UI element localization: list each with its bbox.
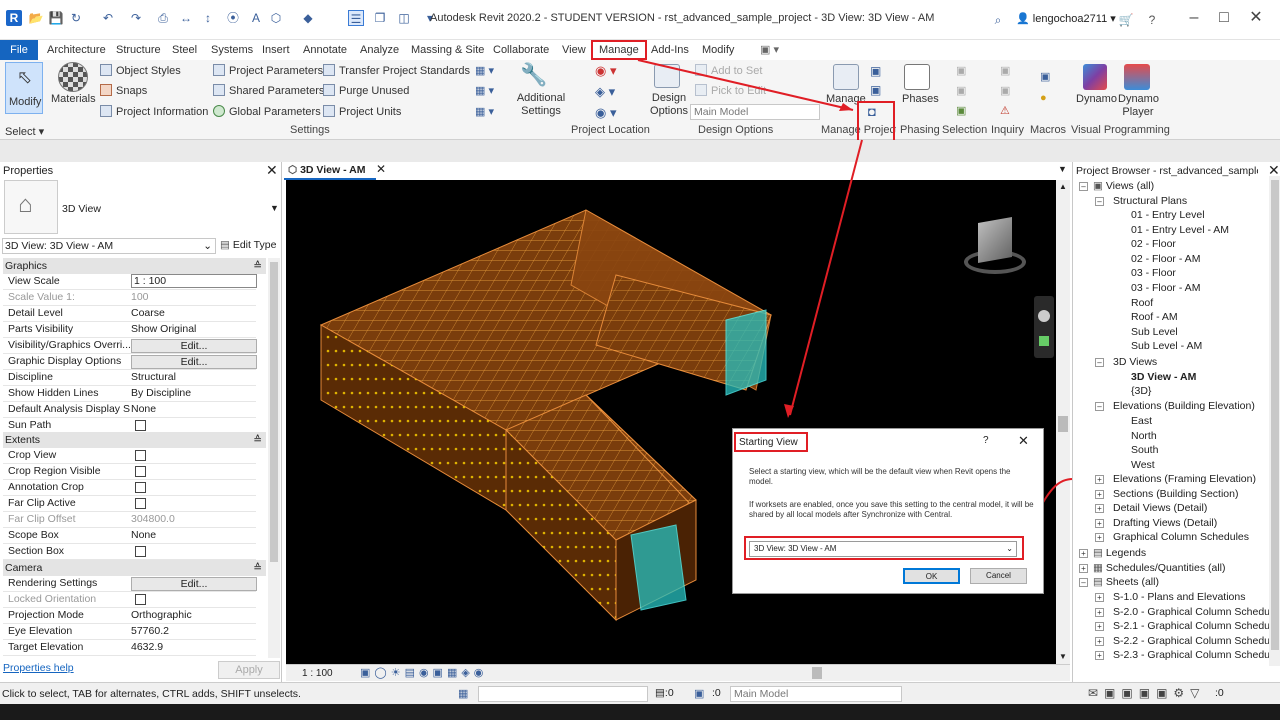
sheet-icon: ▤ xyxy=(1093,576,1103,588)
browser-scrollbar[interactable] xyxy=(1269,176,1280,666)
elevation-node[interactable]: North xyxy=(1131,430,1157,442)
dialog-description: Select a starting view, which will be th… xyxy=(749,467,1011,486)
sheets-node[interactable]: ▤ Sheets (all) xyxy=(1093,576,1159,588)
schedule-icon: ▦ xyxy=(1093,562,1103,574)
status-bar: Click to select, TAB for alternates, CTR… xyxy=(0,682,1280,704)
expand-toggle-icon[interactable]: + xyxy=(1079,549,1088,558)
expand-toggle-icon[interactable]: + xyxy=(1095,636,1104,646)
filter-count: :0 xyxy=(1215,687,1224,699)
structural-plan-node[interactable]: 02 - Floor xyxy=(1131,238,1176,250)
legends-label: Legends xyxy=(1105,547,1147,559)
expand-toggle-icon[interactable]: + xyxy=(1095,622,1104,632)
expand-toggle-icon[interactable]: + xyxy=(1079,564,1088,573)
editable-only-icon: ▤ xyxy=(655,687,665,699)
schedules-label: Schedules/Quantities (all) xyxy=(1105,562,1226,574)
elevations-building-node[interactable]: Elevations (Building Elevation) xyxy=(1113,400,1255,412)
expand-toggle-icon[interactable]: + xyxy=(1095,651,1104,661)
views-icon: ▣ xyxy=(1093,180,1103,192)
dialog-close-icon[interactable]: ✕ xyxy=(1018,433,1029,449)
highlight-dialog-title xyxy=(734,432,808,452)
sheet-node[interactable]: S-1.0 - Plans and Elevations xyxy=(1113,591,1246,603)
active-workset-combo[interactable] xyxy=(478,686,648,702)
collapse-toggle-icon[interactable]: – xyxy=(1095,358,1104,367)
status-message: Click to select, TAB for alternates, CTR… xyxy=(2,688,301,700)
expand-toggle-icon[interactable]: + xyxy=(1095,533,1104,543)
ok-button[interactable]: OK xyxy=(903,568,960,584)
view-group-node[interactable]: Detail Views (Detail) xyxy=(1113,502,1207,514)
design-option-combo[interactable]: Main Model xyxy=(730,686,902,702)
collapse-toggle-icon[interactable]: – xyxy=(1079,578,1088,587)
expand-toggle-icon[interactable]: + xyxy=(1095,593,1104,602)
collapse-toggle-icon[interactable]: – xyxy=(1095,197,1104,206)
expand-toggle-icon[interactable]: + xyxy=(1095,518,1104,528)
3d-view-am-node[interactable]: 3D View - AM xyxy=(1131,371,1196,383)
structural-plan-node[interactable]: Roof xyxy=(1131,297,1153,309)
schedules-node[interactable]: ▦ Schedules/Quantities (all) xyxy=(1093,562,1226,574)
design-options-count: :0 xyxy=(712,687,721,699)
cancel-button[interactable]: Cancel xyxy=(970,568,1027,584)
collapse-toggle-icon[interactable]: – xyxy=(1079,182,1088,191)
design-options-status-icon[interactable]: ▣ xyxy=(694,687,704,700)
legends-node[interactable]: ▤ Legends xyxy=(1093,547,1146,559)
structural-plan-node[interactable]: 01 - Entry Level xyxy=(1131,209,1205,221)
elevation-node[interactable]: East xyxy=(1131,415,1152,427)
sheet-node[interactable]: S-2.0 - Graphical Column Schedule xyxy=(1113,606,1278,618)
structural-plan-node[interactable]: Sub Level - AM xyxy=(1131,340,1202,352)
structural-plan-node[interactable]: 03 - Floor xyxy=(1131,267,1176,279)
views-all-label: Views (all) xyxy=(1105,180,1155,192)
structural-plan-node[interactable]: 03 - Floor - AM xyxy=(1131,282,1200,294)
highlight-starting-view-select xyxy=(744,536,1024,560)
sheet-node[interactable]: S-2.2 - Graphical Column Schedule xyxy=(1113,635,1278,647)
view-group-node[interactable]: Graphical Column Schedules xyxy=(1113,531,1249,543)
elevation-node[interactable]: South xyxy=(1131,444,1158,456)
editable-only-indicator[interactable]: ▤:0 xyxy=(655,687,674,699)
view-group-node[interactable]: Sections (Building Section) xyxy=(1113,488,1238,500)
expand-toggle-icon[interactable]: + xyxy=(1095,475,1104,484)
project-browser: Project Browser - rst_advanced_sample_p.… xyxy=(1072,162,1280,682)
sheet-node[interactable]: S-2.3 - Graphical Column Schedule xyxy=(1113,649,1278,661)
editable-only-count: :0 xyxy=(664,687,674,699)
3d-views-node[interactable]: 3D Views xyxy=(1113,356,1157,368)
structural-plans-node[interactable]: Structural Plans xyxy=(1113,195,1187,207)
view-group-node[interactable]: Elevations (Framing Elevation) xyxy=(1113,473,1256,485)
scroll-thumb[interactable] xyxy=(1271,180,1279,650)
elevation-node[interactable]: West xyxy=(1131,459,1155,471)
legend-icon: ▤ xyxy=(1093,547,1103,559)
sheets-label: Sheets (all) xyxy=(1105,576,1159,588)
expand-toggle-icon[interactable]: + xyxy=(1095,607,1104,617)
expand-toggle-icon[interactable]: + xyxy=(1095,489,1104,499)
starting-view-dialog: Starting View ? ✕ Select a starting view… xyxy=(732,428,1044,594)
selection-filter-icons[interactable]: ✉▣▣▣▣⚙▽ xyxy=(1088,686,1205,700)
collapse-toggle-icon[interactable]: – xyxy=(1095,402,1104,411)
structural-plan-node[interactable]: Roof - AM xyxy=(1131,311,1178,323)
dialog-worksets-note: If worksets are enabled, once you save t… xyxy=(749,500,1034,519)
sheet-node[interactable]: S-2.1 - Graphical Column Schedule xyxy=(1113,620,1278,632)
taskbar-strip xyxy=(0,704,1280,720)
views-all-node[interactable]: ▣ Views (all) xyxy=(1093,180,1154,192)
structural-plan-node[interactable]: 01 - Entry Level - AM xyxy=(1131,224,1229,236)
3d-default-node[interactable]: {3D} xyxy=(1131,385,1151,397)
expand-toggle-icon[interactable]: + xyxy=(1095,504,1104,514)
structural-plan-node[interactable]: 02 - Floor - AM xyxy=(1131,253,1200,265)
project-browser-title: Project Browser - rst_advanced_sample_p.… xyxy=(1076,165,1258,177)
worksets-icon[interactable]: ▦ xyxy=(458,687,468,700)
structural-plan-node[interactable]: Sub Level xyxy=(1131,326,1178,338)
dialog-help-button[interactable]: ? xyxy=(983,435,989,446)
view-group-node[interactable]: Drafting Views (Detail) xyxy=(1113,517,1217,529)
